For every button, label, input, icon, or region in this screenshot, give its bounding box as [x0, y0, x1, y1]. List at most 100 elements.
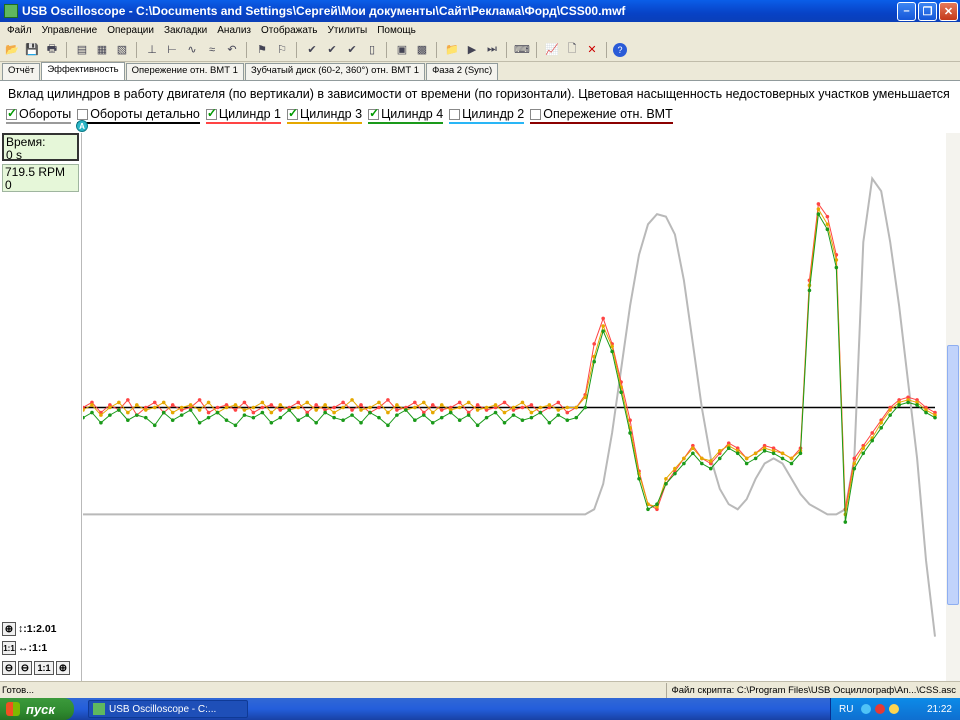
zoom-in-icon[interactable]: ⊕	[56, 661, 70, 675]
rpm-detail-checkbox[interactable]	[77, 108, 89, 120]
close-button[interactable]: ✕	[939, 1, 958, 21]
cylinder-4-checkbox[interactable]	[368, 106, 379, 120]
cylinder-3-checkbox[interactable]	[286, 106, 298, 120]
data-point	[386, 398, 390, 402]
data-point	[305, 400, 310, 405]
data-point	[825, 222, 830, 227]
step-icon[interactable]: ⏭	[483, 41, 501, 59]
menu-bookmarks[interactable]: Закладки	[159, 25, 212, 36]
legend-rpm[interactable]: Обороты	[6, 106, 72, 124]
menu-file[interactable]: Файл	[2, 25, 37, 36]
data-point	[834, 265, 839, 270]
language-indicator[interactable]: RU	[839, 704, 853, 715]
legend-cylinder-4[interactable]: Цилиндр 4	[368, 106, 444, 124]
open-icon[interactable]: 📂	[3, 41, 21, 59]
copy-icon[interactable]: ▦	[93, 41, 111, 59]
legend-cylinder-1[interactable]: Цилиндр 1	[205, 106, 281, 124]
tab-efficiency[interactable]: Эффективность	[41, 62, 125, 80]
play-icon[interactable]: ▶	[463, 41, 481, 59]
network-icon[interactable]	[861, 704, 872, 714]
help-icon[interactable]: ?	[613, 42, 627, 57]
data-point	[807, 288, 812, 293]
data-point	[126, 398, 130, 402]
data-point	[242, 408, 247, 412]
zoom-out-icon[interactable]: ⊖	[2, 661, 16, 675]
zoom-in-vertical-icon[interactable]: ⊕	[2, 622, 16, 636]
wave-icon[interactable]: ∿	[183, 41, 201, 59]
capture-icon[interactable]: ▤	[73, 41, 91, 59]
volume-icon[interactable]	[889, 704, 900, 714]
print-icon[interactable]: 🖶	[43, 41, 61, 59]
ratio-button[interactable]: 1:1	[34, 661, 54, 675]
cursor-icon[interactable]: ⊥	[143, 41, 161, 59]
data-point	[341, 418, 345, 423]
tab-report[interactable]: Отчёт	[2, 63, 41, 80]
legend-rpm-detail[interactable]: Обороты детально	[77, 107, 200, 124]
cancel-icon[interactable]: ✕	[583, 41, 601, 59]
undo-icon[interactable]: ↶	[223, 41, 241, 59]
advance-tdc-checkbox[interactable]	[530, 108, 542, 120]
maximize-button[interactable]: ❐	[918, 1, 937, 21]
tab-phase-2[interactable]: Фаза 2 (Sync)	[426, 63, 499, 80]
data-point	[377, 400, 381, 405]
legend-advance-tdc[interactable]: Опережение отн. ВМТ	[530, 107, 673, 124]
grid-icon[interactable]: ▣	[393, 41, 411, 59]
ratio-1-1-icon[interactable]: 1:1	[2, 641, 16, 655]
data-point	[430, 420, 435, 425]
legend-cylinder-2[interactable]: Цилиндр 2	[449, 107, 525, 124]
menu-analysis[interactable]: Анализ	[212, 25, 256, 36]
wave-alt-icon[interactable]: ≈	[203, 41, 221, 59]
folder-script-icon[interactable]: 📁	[443, 41, 461, 59]
cylinder-2-checkbox[interactable]	[449, 108, 461, 120]
data-point	[484, 415, 489, 420]
tab-advance-tdc[interactable]: Опережение отн. ВМТ 1	[125, 63, 244, 80]
rpm-checkbox[interactable]	[6, 106, 17, 120]
minimize-button[interactable]: –	[897, 1, 916, 21]
keyboard-icon[interactable]: ⌨	[513, 41, 531, 59]
marker-a[interactable]: A	[76, 120, 88, 132]
menu-help[interactable]: Помощь	[372, 25, 421, 36]
menu-bar: Файл Управление Операции Закладки Анализ…	[0, 22, 960, 38]
document-icon[interactable]: ▯	[363, 41, 381, 59]
title-bar[interactable]: USB Oscilloscope - C:\Documents and Sett…	[0, 0, 960, 22]
zoom-out-alt-icon[interactable]: ⊖	[18, 661, 32, 675]
data-point	[700, 461, 704, 466]
tab-toothed-wheel[interactable]: Зубчатый диск (60-2, 360°) отн. ВМТ 1	[244, 63, 426, 80]
data-point	[457, 405, 462, 410]
antivirus-icon[interactable]	[875, 704, 886, 714]
toolbar-separator	[386, 41, 390, 58]
grid-alt-icon[interactable]: ▩	[413, 41, 431, 59]
data-point	[269, 410, 274, 415]
cylinder-1-checkbox[interactable]	[205, 106, 217, 120]
save-icon[interactable]: 💾	[23, 41, 41, 59]
check-icon[interactable]: ✔	[303, 41, 321, 59]
vertical-zoom-value: ↕:1:2.01	[18, 623, 57, 635]
flag-icon[interactable]: ⚑	[253, 41, 271, 59]
legend-label: Обороты детально	[90, 107, 200, 121]
page-icon[interactable]: 🗋	[563, 41, 581, 59]
toolbar-separator	[436, 41, 440, 58]
data-point	[780, 456, 785, 461]
taskbar-item-oscilloscope[interactable]: USB Oscilloscope - C:...	[88, 700, 248, 718]
check-list-icon[interactable]: ✔	[343, 41, 361, 59]
menu-control[interactable]: Управление	[37, 25, 103, 36]
vertical-scrollbar[interactable]	[946, 133, 960, 682]
menu-operations[interactable]: Операции	[102, 25, 159, 36]
flag-remove-icon[interactable]: ⚐	[273, 41, 291, 59]
menu-view[interactable]: Отображать	[256, 25, 322, 36]
efficiency-chart[interactable]	[83, 133, 945, 682]
check-all-icon[interactable]: ✔	[323, 41, 341, 59]
scrollbar-thumb[interactable]	[947, 345, 959, 605]
data-point	[99, 413, 103, 417]
data-point	[861, 446, 866, 451]
menu-utilities[interactable]: Утилиты	[323, 25, 373, 36]
taskbar: пуск USB Oscilloscope - C:... RU 21:22	[0, 698, 960, 720]
data-point	[143, 415, 148, 420]
start-button[interactable]: пуск	[0, 698, 74, 720]
legend-cylinder-3[interactable]: Цилиндр 3	[286, 106, 363, 124]
measure-icon[interactable]: ⊢	[163, 41, 181, 59]
data-point	[359, 408, 363, 412]
data-point	[789, 461, 794, 466]
paste-icon[interactable]: ▧	[113, 41, 131, 59]
chart-icon[interactable]: 📈	[543, 41, 561, 59]
